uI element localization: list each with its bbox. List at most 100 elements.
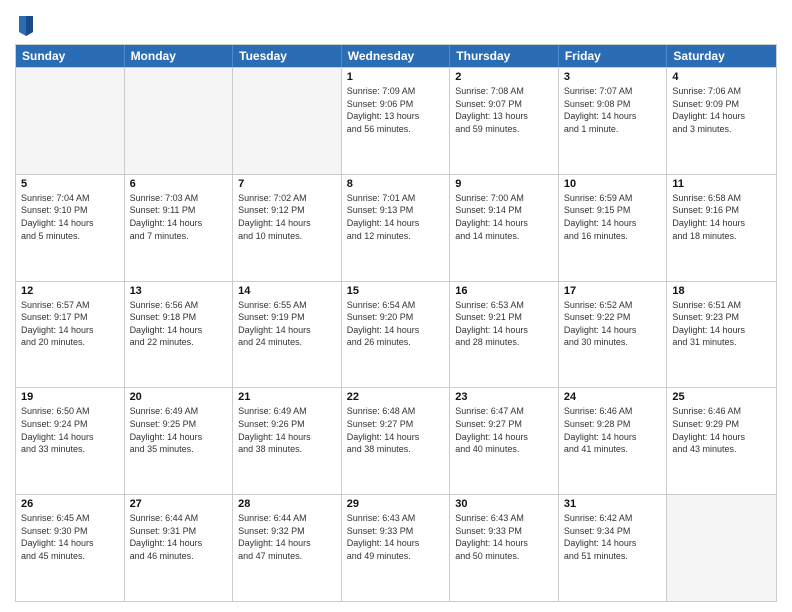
header-day-tuesday: Tuesday bbox=[233, 45, 342, 67]
day-number: 4 bbox=[672, 71, 771, 83]
day-number: 14 bbox=[238, 285, 336, 297]
day-number: 30 bbox=[455, 498, 553, 510]
day-number: 17 bbox=[564, 285, 662, 297]
header-day-saturday: Saturday bbox=[667, 45, 776, 67]
day-info: Sunrise: 7:09 AMSunset: 9:06 PMDaylight:… bbox=[347, 85, 445, 135]
calendar-day-3: 3 Sunrise: 7:07 AMSunset: 9:08 PMDaylight… bbox=[559, 68, 668, 174]
day-number: 9 bbox=[455, 178, 553, 190]
day-number: 13 bbox=[130, 285, 228, 297]
calendar-day-22: 22 Sunrise: 6:48 AMSunset: 9:27 PMDayligh… bbox=[342, 388, 451, 494]
calendar-day-23: 23Sunrise: 6:47 AMSunset: 9:27 PMDayligh… bbox=[450, 388, 559, 494]
day-info: Sunrise: 6:58 AMSunset: 9:16 PMDaylight:… bbox=[672, 192, 771, 242]
day-info: Sunrise: 6:44 AMSunset: 9:32 PMDaylight:… bbox=[238, 512, 336, 562]
day-info: Sunrise: 7:07 AMSunset: 9:08 PMDaylight:… bbox=[564, 85, 662, 135]
logo-text bbox=[15, 14, 35, 38]
day-info: Sunrise: 7:08 AMSunset: 9:07 PMDaylight:… bbox=[455, 85, 553, 135]
header bbox=[15, 10, 777, 38]
calendar-day-17: 17 Sunrise: 6:52 AMSunset: 9:22 PMDayligh… bbox=[559, 282, 668, 388]
calendar-day-29: 29Sunrise: 6:43 AMSunset: 9:33 PMDayligh… bbox=[342, 495, 451, 601]
header-day-friday: Friday bbox=[559, 45, 668, 67]
day-info: Sunrise: 6:43 AMSunset: 9:33 PMDaylight:… bbox=[347, 512, 445, 562]
calendar-day-12: 12 Sunrise: 6:57 AMSunset: 9:17 PMDayligh… bbox=[16, 282, 125, 388]
header-day-thursday: Thursday bbox=[450, 45, 559, 67]
calendar-day-4: 4 Sunrise: 7:06 AMSunset: 9:09 PMDaylight… bbox=[667, 68, 776, 174]
day-number: 10 bbox=[564, 178, 662, 190]
day-number: 31 bbox=[564, 498, 662, 510]
calendar-day-10: 10 Sunrise: 6:59 AMSunset: 9:15 PMDayligh… bbox=[559, 175, 668, 281]
calendar-week-1: 1 Sunrise: 7:09 AMSunset: 9:06 PMDaylight… bbox=[16, 67, 776, 174]
day-info: Sunrise: 6:49 AMSunset: 9:25 PMDaylight:… bbox=[130, 405, 228, 455]
day-info: Sunrise: 6:57 AMSunset: 9:17 PMDaylight:… bbox=[21, 299, 119, 349]
day-number: 21 bbox=[238, 391, 336, 403]
day-number: 22 bbox=[347, 391, 445, 403]
calendar-day-21: 21 Sunrise: 6:49 AMSunset: 9:26 PMDayligh… bbox=[233, 388, 342, 494]
day-info: Sunrise: 6:46 AMSunset: 9:28 PMDaylight:… bbox=[564, 405, 662, 455]
day-number: 16 bbox=[455, 285, 553, 297]
day-number: 27 bbox=[130, 498, 228, 510]
day-info: Sunrise: 6:52 AMSunset: 9:22 PMDaylight:… bbox=[564, 299, 662, 349]
day-info: Sunrise: 6:56 AMSunset: 9:18 PMDaylight:… bbox=[130, 299, 228, 349]
day-info: Sunrise: 6:48 AMSunset: 9:27 PMDaylight:… bbox=[347, 405, 445, 455]
calendar-day-25: 25 Sunrise: 6:46 AMSunset: 9:29 PMDayligh… bbox=[667, 388, 776, 494]
day-number: 1 bbox=[347, 71, 445, 83]
day-number: 15 bbox=[347, 285, 445, 297]
day-number: 18 bbox=[672, 285, 771, 297]
calendar-day-6: 6 Sunrise: 7:03 AMSunset: 9:11 PMDaylight… bbox=[125, 175, 234, 281]
calendar-day-2: 2Sunrise: 7:08 AMSunset: 9:07 PMDaylight… bbox=[450, 68, 559, 174]
calendar-day-15: 15 Sunrise: 6:54 AMSunset: 9:20 PMDayligh… bbox=[342, 282, 451, 388]
day-number: 28 bbox=[238, 498, 336, 510]
calendar-header: SundayMondayTuesdayWednesdayThursdayFrid… bbox=[16, 45, 776, 67]
day-info: Sunrise: 7:01 AMSunset: 9:13 PMDaylight:… bbox=[347, 192, 445, 242]
day-number: 6 bbox=[130, 178, 228, 190]
day-number: 19 bbox=[21, 391, 119, 403]
day-info: Sunrise: 6:43 AMSunset: 9:33 PMDaylight:… bbox=[455, 512, 553, 562]
day-number: 25 bbox=[672, 391, 771, 403]
day-info: Sunrise: 6:51 AMSunset: 9:23 PMDaylight:… bbox=[672, 299, 771, 349]
calendar-empty-cell bbox=[233, 68, 342, 174]
calendar-empty-cell bbox=[667, 495, 776, 601]
day-number: 11 bbox=[672, 178, 771, 190]
day-info: Sunrise: 6:46 AMSunset: 9:29 PMDaylight:… bbox=[672, 405, 771, 455]
calendar-week-4: 19 Sunrise: 6:50 AMSunset: 9:24 PMDayligh… bbox=[16, 387, 776, 494]
calendar-empty-cell bbox=[16, 68, 125, 174]
calendar-day-16: 16 Sunrise: 6:53 AMSunset: 9:21 PMDayligh… bbox=[450, 282, 559, 388]
header-day-monday: Monday bbox=[125, 45, 234, 67]
calendar-day-24: 24 Sunrise: 6:46 AMSunset: 9:28 PMDayligh… bbox=[559, 388, 668, 494]
calendar-day-31: 31 Sunrise: 6:42 AMSunset: 9:34 PMDayligh… bbox=[559, 495, 668, 601]
day-number: 26 bbox=[21, 498, 119, 510]
day-info: Sunrise: 6:53 AMSunset: 9:21 PMDaylight:… bbox=[455, 299, 553, 349]
day-number: 7 bbox=[238, 178, 336, 190]
day-number: 3 bbox=[564, 71, 662, 83]
day-info: Sunrise: 6:42 AMSunset: 9:34 PMDaylight:… bbox=[564, 512, 662, 562]
day-info: Sunrise: 6:54 AMSunset: 9:20 PMDaylight:… bbox=[347, 299, 445, 349]
calendar-day-28: 28 Sunrise: 6:44 AMSunset: 9:32 PMDayligh… bbox=[233, 495, 342, 601]
day-info: Sunrise: 6:44 AMSunset: 9:31 PMDaylight:… bbox=[130, 512, 228, 562]
day-info: Sunrise: 6:55 AMSunset: 9:19 PMDaylight:… bbox=[238, 299, 336, 349]
calendar-empty-cell bbox=[125, 68, 234, 174]
calendar-day-27: 27 Sunrise: 6:44 AMSunset: 9:31 PMDayligh… bbox=[125, 495, 234, 601]
calendar-day-30: 30 Sunrise: 6:43 AMSunset: 9:33 PMDayligh… bbox=[450, 495, 559, 601]
day-info: Sunrise: 6:59 AMSunset: 9:15 PMDaylight:… bbox=[564, 192, 662, 242]
day-info: Sunrise: 6:50 AMSunset: 9:24 PMDaylight:… bbox=[21, 405, 119, 455]
calendar-day-8: 8 Sunrise: 7:01 AMSunset: 9:13 PMDaylight… bbox=[342, 175, 451, 281]
header-day-sunday: Sunday bbox=[16, 45, 125, 67]
day-number: 8 bbox=[347, 178, 445, 190]
calendar-day-14: 14 Sunrise: 6:55 AMSunset: 9:19 PMDayligh… bbox=[233, 282, 342, 388]
day-number: 12 bbox=[21, 285, 119, 297]
logo bbox=[15, 14, 35, 38]
day-info: Sunrise: 6:49 AMSunset: 9:26 PMDaylight:… bbox=[238, 405, 336, 455]
calendar-week-3: 12 Sunrise: 6:57 AMSunset: 9:17 PMDayligh… bbox=[16, 281, 776, 388]
day-info: Sunrise: 7:06 AMSunset: 9:09 PMDaylight:… bbox=[672, 85, 771, 135]
calendar-day-9: 9 Sunrise: 7:00 AMSunset: 9:14 PMDaylight… bbox=[450, 175, 559, 281]
day-number: 24 bbox=[564, 391, 662, 403]
calendar-day-5: 5Sunrise: 7:04 AMSunset: 9:10 PMDaylight… bbox=[16, 175, 125, 281]
day-info: Sunrise: 6:47 AMSunset: 9:27 PMDaylight:… bbox=[455, 405, 553, 455]
calendar-day-20: 20Sunrise: 6:49 AMSunset: 9:25 PMDayligh… bbox=[125, 388, 234, 494]
page: SundayMondayTuesdayWednesdayThursdayFrid… bbox=[0, 0, 792, 612]
day-info: Sunrise: 7:00 AMSunset: 9:14 PMDaylight:… bbox=[455, 192, 553, 242]
logo-icon bbox=[17, 14, 35, 36]
calendar-day-13: 13 Sunrise: 6:56 AMSunset: 9:18 PMDayligh… bbox=[125, 282, 234, 388]
day-info: Sunrise: 7:03 AMSunset: 9:11 PMDaylight:… bbox=[130, 192, 228, 242]
calendar-week-2: 5Sunrise: 7:04 AMSunset: 9:10 PMDaylight… bbox=[16, 174, 776, 281]
day-info: Sunrise: 7:04 AMSunset: 9:10 PMDaylight:… bbox=[21, 192, 119, 242]
